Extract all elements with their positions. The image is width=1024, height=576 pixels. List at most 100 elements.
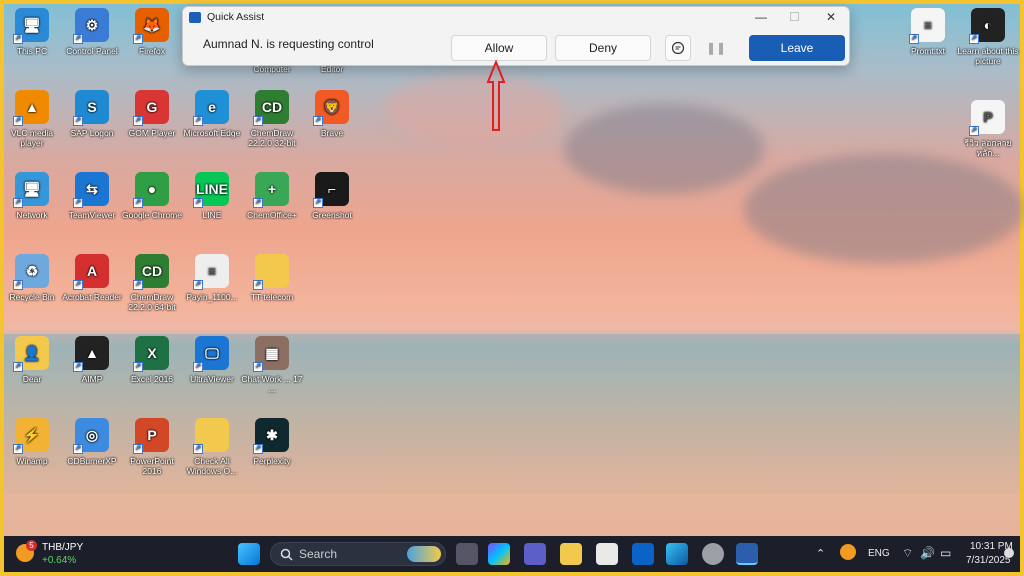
- desktop-shortcut[interactable]: 👤 ↗ Dear: [0, 336, 64, 384]
- quick-assist-logo-icon: [189, 11, 201, 23]
- desktop-shortcut[interactable]: ↗ TT-telecom: [240, 254, 304, 302]
- stock-widget[interactable]: 5 THB/JPY +0.64%: [16, 540, 96, 570]
- shortcut-arrow-icon: ↗: [193, 280, 203, 290]
- shortcut-arrow-icon: ↗: [133, 198, 143, 208]
- app-icon: CD ↗: [253, 90, 289, 126]
- desktop-shortcut-label: Excel 2016: [130, 374, 174, 384]
- app-icon: ✱ ↗: [253, 418, 289, 454]
- desktop-shortcut[interactable]: ≡ ↗ Promt.txt: [896, 8, 960, 56]
- chevron-up-icon[interactable]: ⌃: [816, 547, 825, 560]
- app-icon: ◎ ↗: [73, 418, 109, 454]
- desktop-shortcut[interactable]: 🦁 ↗ Brave: [300, 90, 364, 138]
- desktop-shortcut-label: Check All Windows O...: [186, 456, 238, 476]
- shortcut-arrow-icon: ↗: [13, 34, 23, 44]
- desktop-shortcut[interactable]: G ↗ GOM Player: [120, 90, 184, 138]
- desktop-shortcut[interactable]: A ↗ Acrobat Reader: [60, 254, 124, 302]
- desktop-shortcut[interactable]: 🦊 ↗ Firefox: [120, 8, 184, 56]
- desktop-shortcut[interactable]: 🖥 ↗ This PC: [0, 8, 64, 56]
- desktop-shortcut[interactable]: CD ↗ ChemDraw 22.2.0 32-bit: [240, 90, 304, 148]
- app-icon: 🖵 ↗: [193, 336, 229, 372]
- allow-button[interactable]: Allow: [451, 35, 547, 61]
- outlook-icon[interactable]: [632, 543, 654, 565]
- desktop-shortcut[interactable]: ⌐ ↗ Greenshot: [300, 172, 364, 220]
- shortcut-arrow-icon: ↗: [13, 444, 23, 454]
- app-icon: ▲ ↗: [13, 90, 49, 126]
- shortcut-arrow-icon: ↗: [13, 198, 23, 208]
- desktop-shortcut-label: LINE: [202, 210, 222, 220]
- desktop-shortcut[interactable]: P ↗ รีวิว ลอกลายหลัก...: [956, 100, 1020, 158]
- close-button[interactable]: ✕: [826, 10, 836, 24]
- cloud: [564, 104, 764, 194]
- desktop-shortcut-label: TT-telecom: [250, 292, 294, 302]
- wifi-icon[interactable]: ⌔: [902, 546, 913, 561]
- app-icon: ◐ ↗: [969, 8, 1005, 44]
- pause-icon[interactable]: ❚❚: [703, 35, 729, 61]
- desktop-shortcut[interactable]: ▲ ↗ VLC media player: [0, 90, 64, 148]
- desktop-shortcut[interactable]: ✱ ↗ Perplexity: [240, 418, 304, 466]
- app-icon: P ↗: [133, 418, 169, 454]
- search-placeholder: Search: [299, 547, 338, 561]
- taskbar: 5 THB/JPY +0.64% Search ⌃ ENG ⌔ 🔊 ▭ 10:3…: [4, 536, 1020, 572]
- shortcut-arrow-icon: ↗: [73, 280, 83, 290]
- store-icon[interactable]: [596, 543, 618, 565]
- desktop-shortcut[interactable]: e ↗ Microsoft Edge: [180, 90, 244, 138]
- desktop-shortcut-label: Firefox: [139, 46, 165, 56]
- clock-date[interactable]: 7/31/2025: [966, 555, 1011, 566]
- desktop-shortcut[interactable]: LINE ↗ LINE: [180, 172, 244, 220]
- teams-icon[interactable]: [524, 543, 546, 565]
- task-view-icon[interactable]: [456, 543, 478, 565]
- quick-assist-window: Quick Assist — ☐ ✕ Aumnad N. is requesti…: [182, 6, 850, 66]
- shortcut-arrow-icon: ↗: [133, 444, 143, 454]
- quick-assist-icon[interactable]: [736, 543, 758, 565]
- edge-icon[interactable]: [666, 543, 688, 565]
- desktop-shortcut-label: TeamViewer: [68, 210, 116, 220]
- desktop-shortcut[interactable]: ◐ ↗ Learn about this picture: [956, 8, 1020, 66]
- desktop-shortcut-label: Learn about this picture: [957, 46, 1019, 66]
- desktop-shortcut[interactable]: ▦ ↗ Chat Work ... 17 ...: [240, 336, 304, 394]
- language-indicator[interactable]: ENG: [868, 548, 890, 559]
- settings-icon[interactable]: [702, 543, 724, 565]
- desktop-shortcut[interactable]: ♻ ↗ Recycle Bin: [0, 254, 64, 302]
- desktop-shortcut[interactable]: ⇆ ↗ TeamViewer: [60, 172, 124, 220]
- desktop-shortcut[interactable]: X ↗ Excel 2016: [120, 336, 184, 384]
- desktop-shortcut-label: Control Panel: [66, 46, 118, 56]
- minimize-button[interactable]: —: [755, 10, 767, 24]
- desktop-shortcut[interactable]: ● ↗ Google Chrome: [120, 172, 184, 220]
- desktop-shortcut[interactable]: P ↗ PowerPoint 2016: [120, 418, 184, 476]
- leave-button[interactable]: Leave: [749, 35, 845, 61]
- desktop-shortcut-label: Recycle Bin: [9, 292, 55, 302]
- app-icon: ● ↗: [133, 172, 169, 208]
- shortcut-arrow-icon: ↗: [253, 362, 263, 372]
- shortcut-arrow-icon: ↗: [133, 34, 143, 44]
- desktop-shortcut[interactable]: ◎ ↗ CDBurnerXP: [60, 418, 124, 466]
- desktop-shortcut[interactable]: ⚙ ↗ Control Panel: [60, 8, 124, 56]
- desktop-shortcut-label: CDBurnerXP: [67, 456, 117, 466]
- shortcut-arrow-icon: ↗: [13, 280, 23, 290]
- desktop-shortcut-label: Google Chrome: [121, 210, 182, 220]
- app-icon: X ↗: [133, 336, 169, 372]
- file-explorer-icon[interactable]: [560, 543, 582, 565]
- start-icon[interactable]: [238, 543, 260, 565]
- desktop-shortcut[interactable]: S ↗ SAP Logon: [60, 90, 124, 138]
- app-icon: P ↗: [969, 100, 1005, 136]
- desktop-shortcut[interactable]: 🖵 ↗ UltraViewer: [180, 336, 244, 384]
- shortcut-arrow-icon: ↗: [193, 116, 203, 126]
- copilot-icon[interactable]: [488, 543, 510, 565]
- search-input[interactable]: Search: [270, 542, 446, 566]
- shortcut-arrow-icon: ↗: [253, 280, 263, 290]
- desktop-shortcut[interactable]: ↗ Check All Windows O...: [180, 418, 244, 476]
- update-icon[interactable]: [840, 544, 856, 560]
- desktop-shortcut[interactable]: CD ↗ ChemDraw 22.2.0 64-bit: [120, 254, 184, 312]
- desktop-shortcut[interactable]: 🖥 ↗ Network: [0, 172, 64, 220]
- desktop-shortcut[interactable]: ▲ ↗ AIMP: [60, 336, 124, 384]
- maximize-button[interactable]: ☐: [789, 10, 800, 24]
- chat-icon[interactable]: [665, 35, 691, 61]
- battery-icon[interactable]: ▭: [940, 546, 951, 560]
- notification-icon[interactable]: [1004, 548, 1014, 558]
- shortcut-arrow-icon: ↗: [909, 34, 919, 44]
- desktop-shortcut[interactable]: ≡ ↗ Payin_1100...: [180, 254, 244, 302]
- desktop-shortcut[interactable]: ⚡ ↗ Winamp: [0, 418, 64, 466]
- desktop-shortcut[interactable]: + ↗ ChemOffice+: [240, 172, 304, 220]
- deny-button[interactable]: Deny: [555, 35, 651, 61]
- volume-icon[interactable]: 🔊: [920, 546, 935, 560]
